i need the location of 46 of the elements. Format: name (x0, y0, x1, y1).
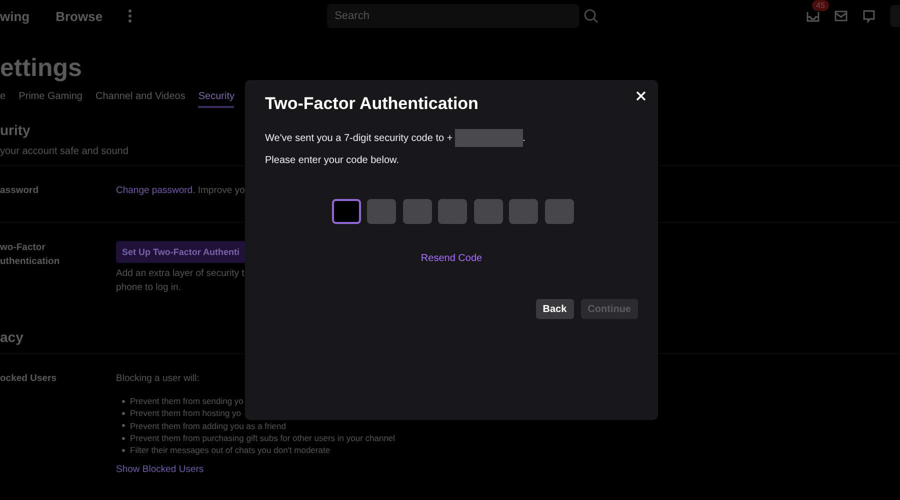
section-heading: acy (0, 329, 24, 345)
chat-icon[interactable] (862, 9, 876, 23)
modal-button[interactable]: Back (536, 299, 574, 319)
settings-tab[interactable]: Security (198, 91, 234, 108)
setting-description: Blocking a user will: (116, 372, 200, 386)
setup-2fa-button[interactable]: Set Up Two-Factor Authenti (116, 241, 246, 263)
code-digit-field[interactable] (474, 199, 502, 224)
modal-instruction: Please enter your code below. (265, 155, 400, 166)
search-field[interactable]: Search (326, 4, 579, 28)
more-icon[interactable] (128, 9, 132, 23)
redacted-block (454, 129, 523, 147)
settings-tab[interactable]: e (0, 91, 6, 108)
settings-tab[interactable]: Prime Gaming (18, 91, 82, 108)
nav-link[interactable]: wing (0, 8, 30, 24)
code-digit-field[interactable] (367, 199, 396, 224)
setting-description: Change password. Improve yo (116, 184, 245, 198)
search-icon[interactable] (582, 8, 599, 24)
setting-description: Add an extra layer of security t phone to log in. (116, 267, 244, 295)
setting-label: wo-Factor uthentication (0, 241, 60, 269)
settings-tab[interactable]: Channel and Videos (95, 91, 186, 108)
close-icon[interactable] (636, 91, 646, 101)
code-digit-field[interactable] (332, 199, 360, 224)
code-digit-field[interactable] (509, 199, 538, 224)
show-blocked-link[interactable]: Show Blocked Users (116, 464, 204, 476)
section-subtitle: your account safe and sound (0, 146, 128, 157)
change-password-link[interactable]: Change password. (116, 185, 196, 196)
list-item: Prevent them from adding you as a friend (130, 420, 286, 432)
code-digit-field[interactable] (438, 199, 467, 224)
setting-label: ocked Users (0, 372, 58, 386)
resend-code-link[interactable]: Resend Code (420, 253, 482, 264)
modal-title: Two-Factor Authentication (265, 94, 480, 114)
inbox-icon[interactable] (806, 9, 820, 23)
section-heading: urity (0, 122, 30, 138)
page-title: ettings (0, 54, 82, 83)
list-item: Prevent them from hosting yo (130, 407, 242, 420)
setting-label: assword (0, 184, 40, 198)
mail-icon[interactable] (834, 9, 848, 23)
code-digit-field[interactable] (544, 199, 574, 224)
nav-link[interactable]: Browse (56, 8, 103, 24)
list-item: Prevent them from purchasing gift subs for other users in your channel (130, 432, 396, 444)
notification-badge: 45 (812, 0, 829, 11)
code-digit-field[interactable] (402, 199, 432, 224)
message-period: . (522, 132, 526, 144)
list-item: Prevent them from sending yo (130, 395, 244, 408)
modal-message: We've sent you a 7-digit security code to + (265, 132, 453, 144)
list-item: Filter their messages out of chats you don't moderate (130, 444, 330, 456)
